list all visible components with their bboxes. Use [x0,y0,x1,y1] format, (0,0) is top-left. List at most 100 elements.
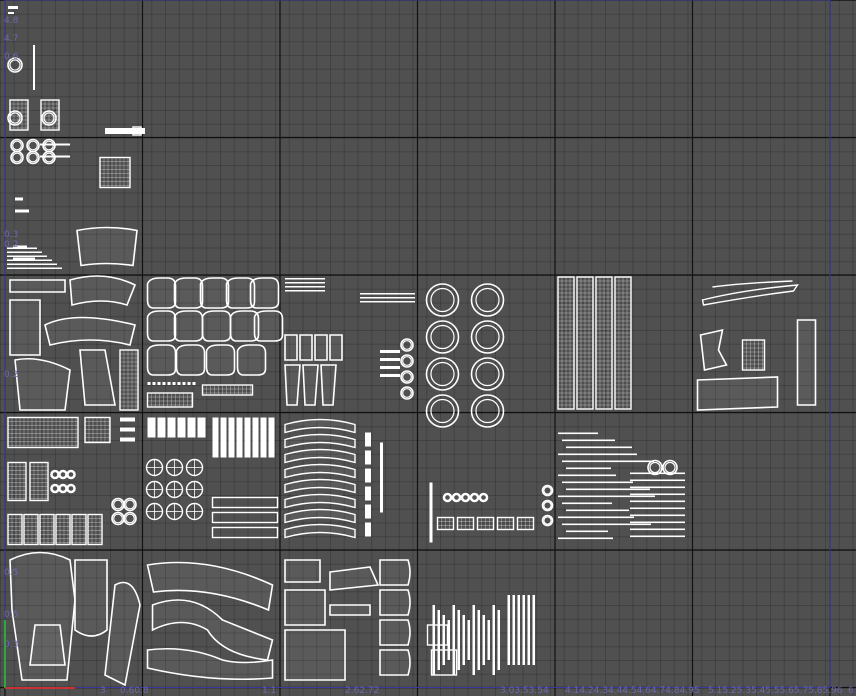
uv-strip [285,282,325,284]
uv-island [284,589,326,626]
v-axis-tick-label: 4.8 [4,16,19,26]
uv-island [201,384,254,396]
uv-strip [177,417,186,438]
u-axis-tick-label: 4.14.24.34.44.54.64.74.84.95 [565,686,700,696]
uv-ring-inner [402,388,412,398]
seat-panel [253,310,284,342]
v-axis-tick-label: 0.5 [4,568,19,578]
uv-ring-inner [664,461,676,474]
curved-band [284,418,356,434]
uv-island [9,279,66,293]
uv-strip [147,417,156,438]
uv-strip [13,257,35,260]
uv-strip [220,417,227,458]
v-axis-tick-label: 4.7 [4,34,19,44]
uv-strip [457,610,460,670]
uv-strip [212,417,219,458]
uv-strip [497,610,500,670]
curved-band [284,493,356,509]
uv-ring-inner [113,499,123,510]
seat-panel [249,277,280,309]
uv-ring-inner [430,361,455,387]
uv-strip [562,439,615,442]
seat-panel [173,310,204,342]
uv-ring-inner [471,494,478,501]
uv-strip [157,417,166,438]
uv-strip [244,417,251,458]
uv-strip [252,417,259,458]
uv-island [284,364,301,406]
uv-strip [442,615,445,665]
uv-layout-canvas[interactable] [0,0,856,696]
uv-island [79,349,116,406]
uv-island [211,511,279,524]
uv-ring-inner [12,152,22,163]
seat-panel [199,277,230,309]
uv-strip [487,620,490,660]
curved-band [284,463,356,479]
uv-strip [120,417,135,422]
uv-strip [462,615,465,665]
uv-island [379,619,411,646]
uv-ring-inner [59,471,67,478]
uv-ring-inner [430,398,455,424]
uv-island [7,416,79,449]
uv-island [104,581,141,687]
uv-strip [120,427,135,432]
v-axis-tick-label: 0.3 [4,230,19,240]
seat-panel [201,310,232,342]
uv-strip [33,45,35,90]
v-axis-tick-label: 0.5 [4,610,19,620]
uv-strip [562,460,654,463]
uv-strip [167,382,171,385]
uv-island [329,334,343,361]
uv-strip [187,382,191,385]
uv-ring-inner [475,398,500,424]
uv-island [29,461,49,502]
uv-ring-inner [475,324,500,350]
seat-panel [173,277,204,309]
uv-strip [472,605,475,675]
uv-strip [7,259,52,261]
v-axis-tick-label: 0.3 [4,640,19,650]
u-axis-labels: 3 0.60.8 1.1 2.62.72 3.03.53.54 4.14.24.34.44… [0,684,856,696]
seat-panel [146,344,177,376]
uv-island [76,226,138,267]
uv-strip [40,155,70,158]
uv-strip [630,521,685,524]
u-axis-tick-label: 6 [848,686,854,696]
uv-ring-inner [113,513,123,524]
uv-strip [380,374,400,377]
uv-ring-inner [28,140,38,151]
uv-strip [187,417,196,438]
seat-panel [146,277,177,309]
uv-strip [380,442,383,513]
v-axis-tick-label: 0.6 [4,52,19,62]
uv-ring-inner [475,361,500,387]
v-axis-tick-label: 0.2 [4,370,19,380]
curved-band [284,508,356,524]
uv-island [29,624,66,666]
uv-island [329,566,380,591]
uv-strip [197,417,206,438]
u-axis-tick-label: 1.1 [262,686,277,696]
uv-strip [228,417,235,458]
uv-strip [360,301,415,303]
uv-strip [285,286,325,288]
uv-ring-inner [453,494,460,501]
uv-strip [482,615,485,665]
uv-editor-viewport[interactable]: 4.8 4.7 0.6 0.3 0.2 0.2 0.5 0.5 0.3 3 0.60.8 1.1 2.… [0,0,856,696]
uv-strip [630,472,685,475]
uv-strip [360,297,415,299]
uv-island [9,299,41,356]
seat-panel [175,344,206,376]
uv-strip [365,504,371,519]
uv-strip [7,263,57,265]
uv-strip [558,432,598,435]
uv-strip [162,382,166,385]
uv-ring-inner [67,471,75,478]
uv-strip [467,620,470,660]
uv-strip [8,12,14,14]
uv-strip [566,509,629,512]
uv-strip [507,595,510,665]
